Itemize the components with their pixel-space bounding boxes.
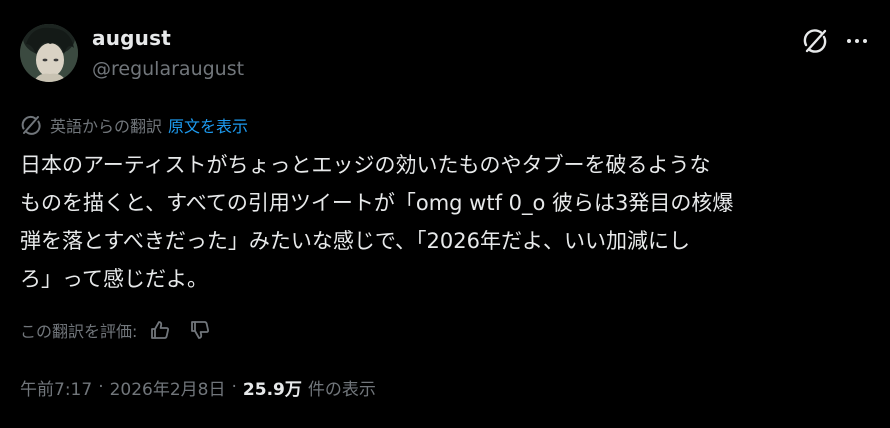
tweet-metadata: 午前7:17 · 2026年2月8日 · 25.9万 件の表示 [20, 374, 376, 400]
user-handle[interactable]: @regularaugust [92, 58, 244, 80]
tweet-text-line: 日本のアーティストがちょっとエッジの効いたものやタブーを破るような [20, 153, 711, 177]
grok-slash-circle-icon [803, 29, 827, 53]
avatar-image [20, 24, 78, 82]
tweet-detail: august @regularaugust 英語からの翻訳 原文を表示 日本のア… [0, 0, 890, 428]
tweet-text-line: 弾を落とすべきだった」みたいな感じで、「2026年だよ、いい加減にし [20, 229, 691, 253]
thumbs-up-button[interactable] [147, 317, 173, 343]
display-name[interactable]: august [92, 26, 171, 50]
separator-dot: · [231, 377, 237, 397]
thumbs-down-icon [191, 321, 210, 339]
thumbs-up-icon [151, 321, 170, 339]
translation-notice: 英語からの翻訳 原文を表示 [20, 113, 248, 137]
tweet-text: 日本のアーティストがちょっとエッジの効いたものやタブーを破るような ものを描くと… [20, 146, 870, 298]
post-time[interactable]: 午前7:17 [20, 375, 92, 400]
show-original-link[interactable]: 原文を表示 [168, 113, 248, 137]
tweet-text-line: ものを描くと、すべての引用ツイートが「omg wtf 0_o 彼らは3発目の核爆 [20, 191, 734, 215]
grok-button[interactable] [800, 26, 830, 56]
thumbs-down-button[interactable] [187, 317, 213, 343]
rate-translation: この翻訳を評価: [20, 317, 227, 343]
post-date[interactable]: 2026年2月8日 [110, 375, 226, 400]
translate-slash-icon [21, 115, 41, 135]
avatar[interactable] [20, 24, 78, 82]
tweet-text-line: ろ」って感じだよ。 [20, 267, 208, 291]
more-options-button[interactable] [840, 26, 874, 56]
translated-from-label: 英語からの翻訳 [50, 117, 163, 136]
views-label: 件の表示 [307, 379, 376, 400]
views-count: 25.9万 [242, 379, 302, 400]
separator-dot: · [98, 377, 104, 397]
rate-translation-label: この翻訳を評価: [20, 322, 138, 341]
more-horizontal-icon [847, 39, 867, 43]
